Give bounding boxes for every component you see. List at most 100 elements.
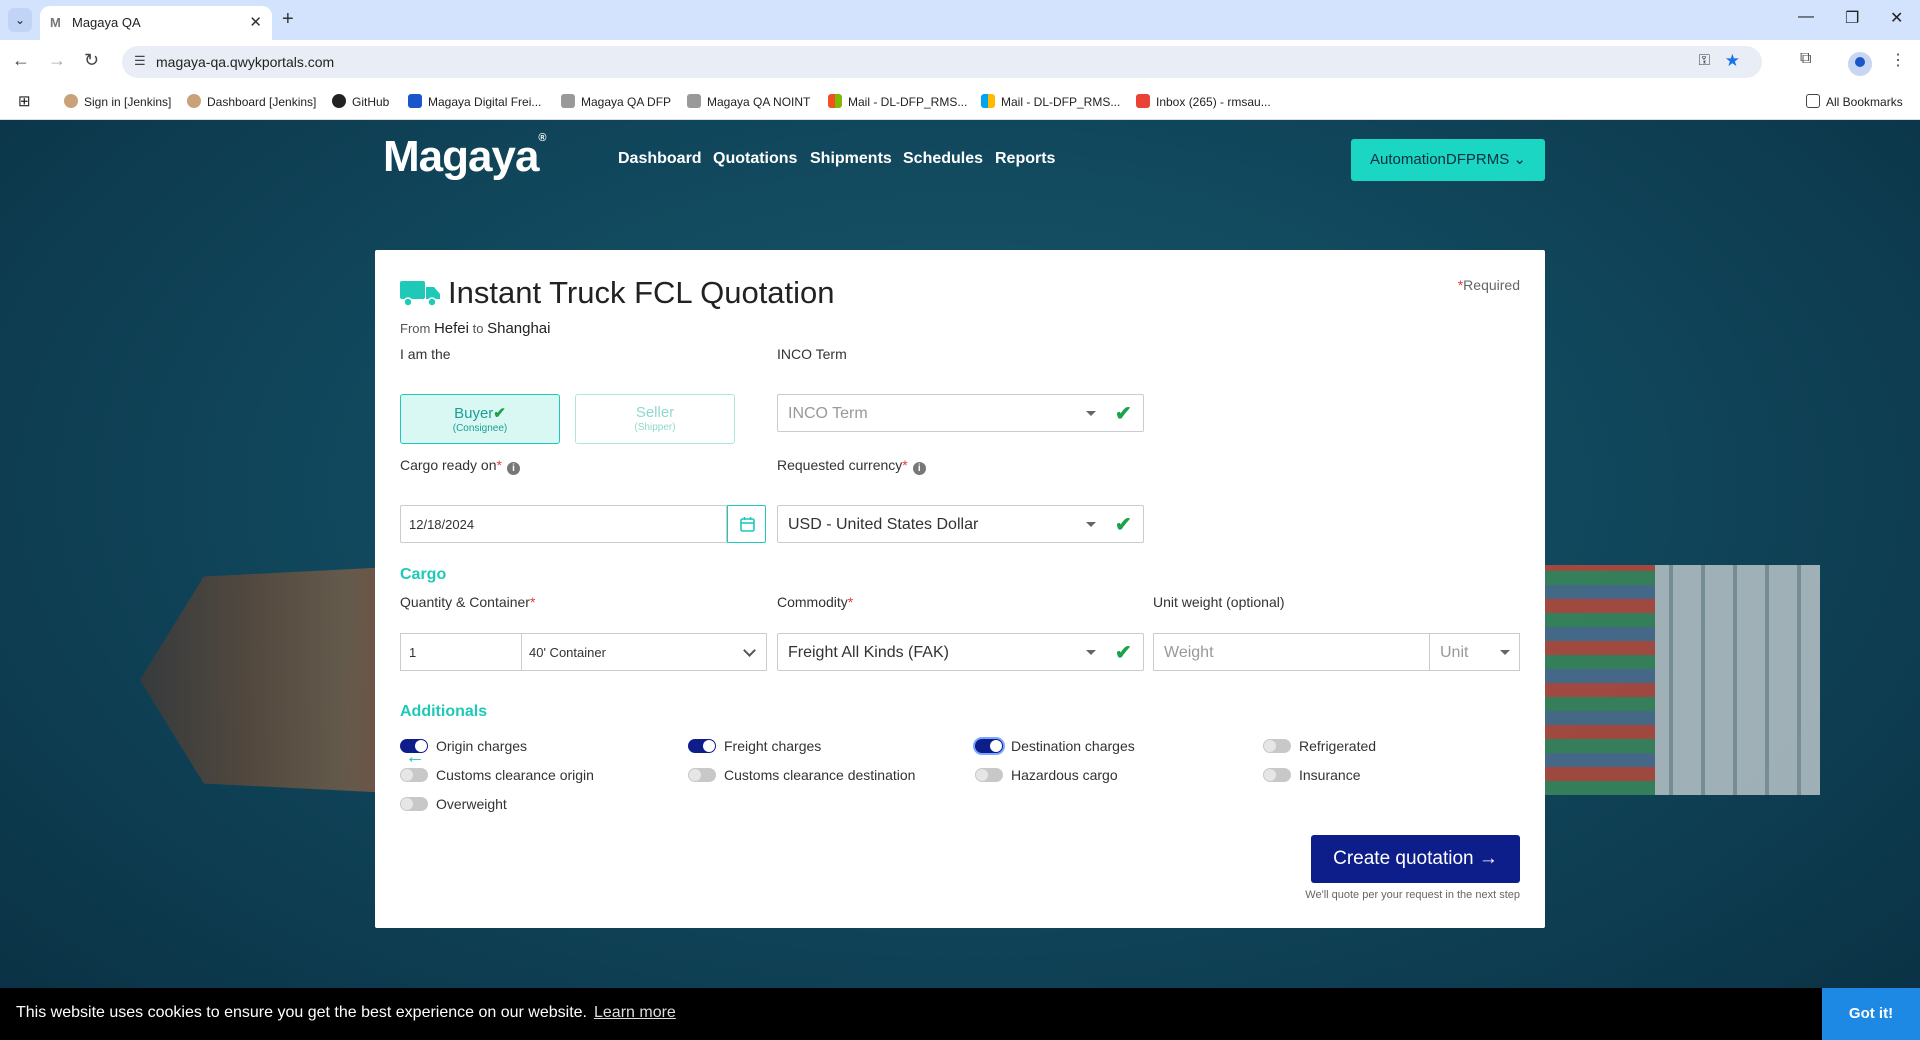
account-menu-button[interactable]: AutomationDFPRMS ⌄ [1351, 139, 1545, 181]
toggle-knob [976, 769, 988, 781]
from-label: From [400, 321, 431, 336]
toggle-switch[interactable] [400, 768, 428, 782]
cargo-section-title: Cargo [400, 566, 447, 583]
calendar-icon [740, 517, 755, 532]
bookmark-label: Magaya Digital Frei... [428, 95, 542, 109]
currency-value: USD - United States Dollar [788, 516, 979, 533]
toggle-knob [401, 769, 413, 781]
bookmark-jenkins-dashboard[interactable]: Dashboard [Jenkins] [187, 94, 316, 109]
create-quotation-button[interactable]: Create quotation → [1311, 835, 1520, 883]
toggle-label: Refrigerated [1299, 738, 1377, 754]
toggle-label: Customs clearance origin [436, 767, 594, 783]
toggle-switch[interactable] [1263, 739, 1291, 753]
bookmark-magaya-qa-dfp[interactable]: Magaya QA DFP [561, 94, 671, 109]
caret-down-icon [1086, 411, 1096, 416]
caret-down-icon [1086, 522, 1096, 527]
toggle-knob [1264, 769, 1276, 781]
tab-search-icon[interactable]: ⌄ [8, 8, 32, 32]
toggle-knob [1264, 740, 1276, 752]
nav-quotations[interactable]: Quotations [713, 150, 797, 168]
magaya-favicon-icon: M [50, 15, 61, 30]
site-info-icon[interactable]: ☰ [134, 53, 146, 69]
currency-text: Requested currency [777, 457, 903, 473]
tab-close-icon[interactable]: ✕ [249, 13, 262, 31]
calendar-button[interactable] [727, 505, 766, 543]
browser-tab[interactable]: M Magaya QA ✕ [40, 6, 272, 40]
inco-term-select[interactable]: INCO Term ✔ [777, 394, 1144, 432]
required-text: Required [1463, 277, 1520, 293]
magaya-logo[interactable]: Magaya® [383, 132, 547, 182]
bookmark-jenkins-signin[interactable]: Sign in [Jenkins] [64, 94, 171, 109]
jenkins-icon [187, 94, 201, 108]
bookmark-label: Inbox (265) - rmsau... [1156, 95, 1271, 109]
currency-select[interactable]: USD - United States Dollar ✔ [777, 505, 1144, 543]
toggle-switch[interactable] [400, 797, 428, 811]
info-icon[interactable]: i [506, 462, 520, 475]
buyer-sublabel: (Consignee) [452, 423, 508, 434]
weight-input[interactable]: Weight [1153, 633, 1429, 671]
forward-icon[interactable]: → [48, 50, 66, 71]
apps-grid-icon[interactable]: ⊞ [18, 92, 31, 110]
quantity-input[interactable]: 1 [400, 633, 521, 671]
nav-schedules[interactable]: Schedules [903, 150, 983, 168]
toggle-switch[interactable] [975, 739, 1003, 753]
page-title: Instant Truck FCL Quotation [448, 275, 835, 310]
weight-placeholder: Weight [1164, 644, 1214, 661]
extensions-icon[interactable]: ⧉ [1800, 50, 1811, 68]
seller-label: Seller [635, 404, 675, 421]
toggle-label: Customs clearance destination [724, 767, 916, 783]
required-asterisk: * [902, 457, 908, 473]
required-note: *Required [1458, 277, 1520, 293]
cargo-ready-label: Cargo ready on* i [400, 457, 520, 475]
bookmark-star-icon[interactable]: ★ [1725, 51, 1740, 71]
container-select[interactable]: 40' Container [521, 633, 767, 671]
inco-label: INCO Term [777, 346, 847, 362]
all-bookmarks[interactable]: All Bookmarks [1806, 94, 1903, 109]
toggle-switch[interactable] [1263, 768, 1291, 782]
bookmark-github[interactable]: GitHub [332, 94, 389, 109]
chevron-down-icon [743, 644, 756, 657]
url-text[interactable]: magaya-qa.qwykportals.com [156, 54, 334, 70]
quantity-label: Quantity & Container* [400, 594, 535, 610]
buyer-button[interactable]: Buyer✔ (Consignee) [400, 394, 560, 444]
browser-tab-bar: ⌄ M Magaya QA ✕ + — ❐ ✕ [0, 0, 1920, 40]
chrome-menu-icon[interactable]: ⋮ [1890, 50, 1906, 70]
new-tab-icon[interactable]: + [282, 8, 294, 31]
bookmark-label: Mail - DL-DFP_RMS... [1001, 95, 1121, 109]
window-close-icon[interactable]: ✕ [1890, 8, 1903, 28]
info-icon[interactable]: i [912, 462, 926, 475]
inco-placeholder: INCO Term [788, 405, 868, 422]
nav-reports[interactable]: Reports [995, 150, 1055, 168]
toggle-switch[interactable] [975, 768, 1003, 782]
seller-button[interactable]: Seller (Shipper) [575, 394, 735, 444]
bookmark-magaya-qa-noint[interactable]: Magaya QA NOINT [687, 94, 810, 109]
bookmark-label: Magaya QA DFP [581, 95, 672, 109]
reload-icon[interactable]: ↻ [84, 50, 99, 71]
bookmark-mail-1[interactable]: Mail - DL-DFP_RMS... [828, 94, 967, 109]
toggle-switch[interactable] [688, 768, 716, 782]
bookmark-magaya-digital[interactable]: Magaya Digital Frei... [408, 94, 541, 109]
nav-dashboard[interactable]: Dashboard [618, 150, 702, 168]
commodity-select[interactable]: Freight All Kinds (FAK) ✔ [777, 633, 1144, 671]
back-arrow-icon[interactable]: ← [405, 746, 425, 769]
minimize-icon[interactable]: — [1798, 8, 1814, 26]
cargo-ready-date-input[interactable]: 12/18/2024 [400, 505, 727, 543]
address-bar[interactable]: ☰ magaya-qa.qwykportals.com ⚿ ★ [122, 46, 1762, 78]
toggle-switch[interactable] [688, 739, 716, 753]
profile-avatar-icon[interactable] [1848, 52, 1872, 76]
unit-select[interactable]: Unit [1429, 633, 1520, 671]
bookmark-gmail[interactable]: Inbox (265) - rmsau... [1136, 94, 1271, 109]
password-key-icon[interactable]: ⚿ [1699, 52, 1710, 69]
nav-shipments[interactable]: Shipments [810, 150, 892, 168]
restore-icon[interactable]: ❐ [1845, 8, 1859, 28]
accept-cookies-button[interactable]: Got it! [1822, 988, 1920, 1040]
back-icon[interactable]: ← [12, 50, 30, 71]
bookmark-mail-2[interactable]: Mail - DL-DFP_RMS... [981, 94, 1120, 109]
learn-more-link[interactable]: Learn more [594, 1004, 676, 1022]
toggle-knob [703, 740, 715, 752]
magaya-icon [408, 94, 422, 108]
gmail-icon [1136, 94, 1150, 108]
jenkins-icon [64, 94, 78, 108]
required-asterisk: * [529, 594, 536, 610]
check-icon: ✔ [1115, 642, 1132, 664]
